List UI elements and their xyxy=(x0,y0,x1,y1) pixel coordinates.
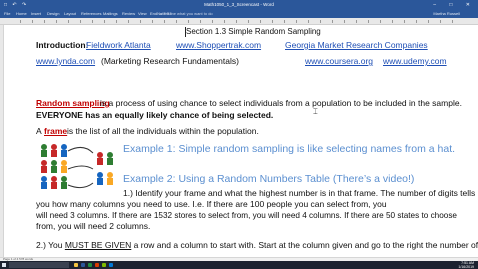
tab-file[interactable]: File xyxy=(4,10,10,18)
selection-arrows-icon xyxy=(67,147,94,189)
clock-date: 1/16/2019 xyxy=(458,265,474,269)
step-2-prefix: 2.) You xyxy=(36,240,65,250)
tab-home[interactable]: Home xyxy=(16,10,27,18)
step-1-line-1: 1.) Identify your frame and what the hig… xyxy=(123,188,476,198)
frame-article: A xyxy=(36,126,42,136)
account-name[interactable]: Martha Russell xyxy=(433,10,460,18)
tab-mailings[interactable]: Mailings xyxy=(103,10,118,18)
file-explorer-icon[interactable] xyxy=(74,263,78,267)
tab-design[interactable]: Design xyxy=(47,10,59,18)
everyone-statement: EVERYONE has an equally likely chance of… xyxy=(36,110,274,120)
random-sampling-term: Random sampling xyxy=(36,98,110,108)
powerpoint-icon[interactable] xyxy=(95,263,99,267)
edge-icon[interactable] xyxy=(109,263,113,267)
link-fieldwork[interactable]: Fieldwork Atlanta xyxy=(86,40,151,51)
tab-review[interactable]: Review xyxy=(122,10,135,18)
horizontal-ruler[interactable] xyxy=(0,18,478,25)
window-title: Math1050_1_3_Screencast - Word xyxy=(204,2,274,7)
lynda-note: (Marketing Research Fundamentals) xyxy=(101,56,239,66)
step-2-rest: a row and a column to start with. Start … xyxy=(131,240,478,250)
link-shoppertrak[interactable]: www.Shoppertrak.com xyxy=(176,40,261,51)
sample-figures-icon xyxy=(97,152,113,185)
link-udemy[interactable]: www.udemy.com xyxy=(383,56,447,67)
windows-start-icon[interactable] xyxy=(2,263,6,267)
example-1-heading: Example 1: Simple random sampling is lik… xyxy=(123,143,456,155)
frame-definition: is the list of all the individuals withi… xyxy=(67,126,259,136)
link-coursera[interactable]: www.coursera.org xyxy=(305,56,373,67)
windows-taskbar: 7:51 AM 1/16/2019 xyxy=(0,261,478,269)
ruler-ticks xyxy=(20,20,458,23)
excel-icon[interactable] xyxy=(88,263,92,267)
frame-term: frame xyxy=(44,126,68,136)
taskbar-clock[interactable]: 7:51 AM 1/16/2019 xyxy=(458,261,474,269)
step-1-line-2: you how many columns you need to use. I.… xyxy=(36,199,387,209)
step-2-line: 2.) You MUST BE GIVEN a row and a column… xyxy=(36,240,478,251)
window-controls[interactable]: – □ ✕ xyxy=(433,1,476,9)
step-1-line-4: from, you will need 2 columns. xyxy=(36,221,151,231)
step-1-line-3: will need 3 columns. If there are 1532 s… xyxy=(36,211,457,220)
section-title: Section 1.3 Simple Random Sampling xyxy=(186,27,321,36)
tab-insert[interactable]: Insert xyxy=(31,10,41,18)
link-lynda[interactable]: www.lynda.com xyxy=(36,56,95,67)
tab-references[interactable]: References xyxy=(81,10,101,18)
ribbon-tab-bar: File Home Insert Design Layout Reference… xyxy=(0,10,478,18)
intro-label: Introduction: xyxy=(36,40,89,50)
tab-layout[interactable]: Layout xyxy=(64,10,76,18)
random-sampling-definition: is a process of using chance to select i… xyxy=(100,98,462,108)
link-georgia-market[interactable]: Georgia Market Research Companies xyxy=(285,40,428,51)
app-icon[interactable] xyxy=(102,263,106,267)
population-figures-icon xyxy=(41,144,67,189)
step-2-emphasis: MUST BE GIVEN xyxy=(64,240,132,250)
vertical-ruler[interactable] xyxy=(0,25,4,257)
title-bar: □ ↶ ↷ Math1050_1_3_Screencast - Word – □… xyxy=(0,0,478,10)
example-2-heading: Example 2: Using a Random Numbers Table … xyxy=(123,173,415,185)
tell-me-box[interactable]: ⌕ Tell me what you want to do xyxy=(160,10,213,18)
random-sampling-illustration xyxy=(41,144,113,189)
taskbar-search-box[interactable] xyxy=(9,262,69,268)
tab-view[interactable]: View xyxy=(138,10,147,18)
word-icon[interactable] xyxy=(81,263,85,267)
